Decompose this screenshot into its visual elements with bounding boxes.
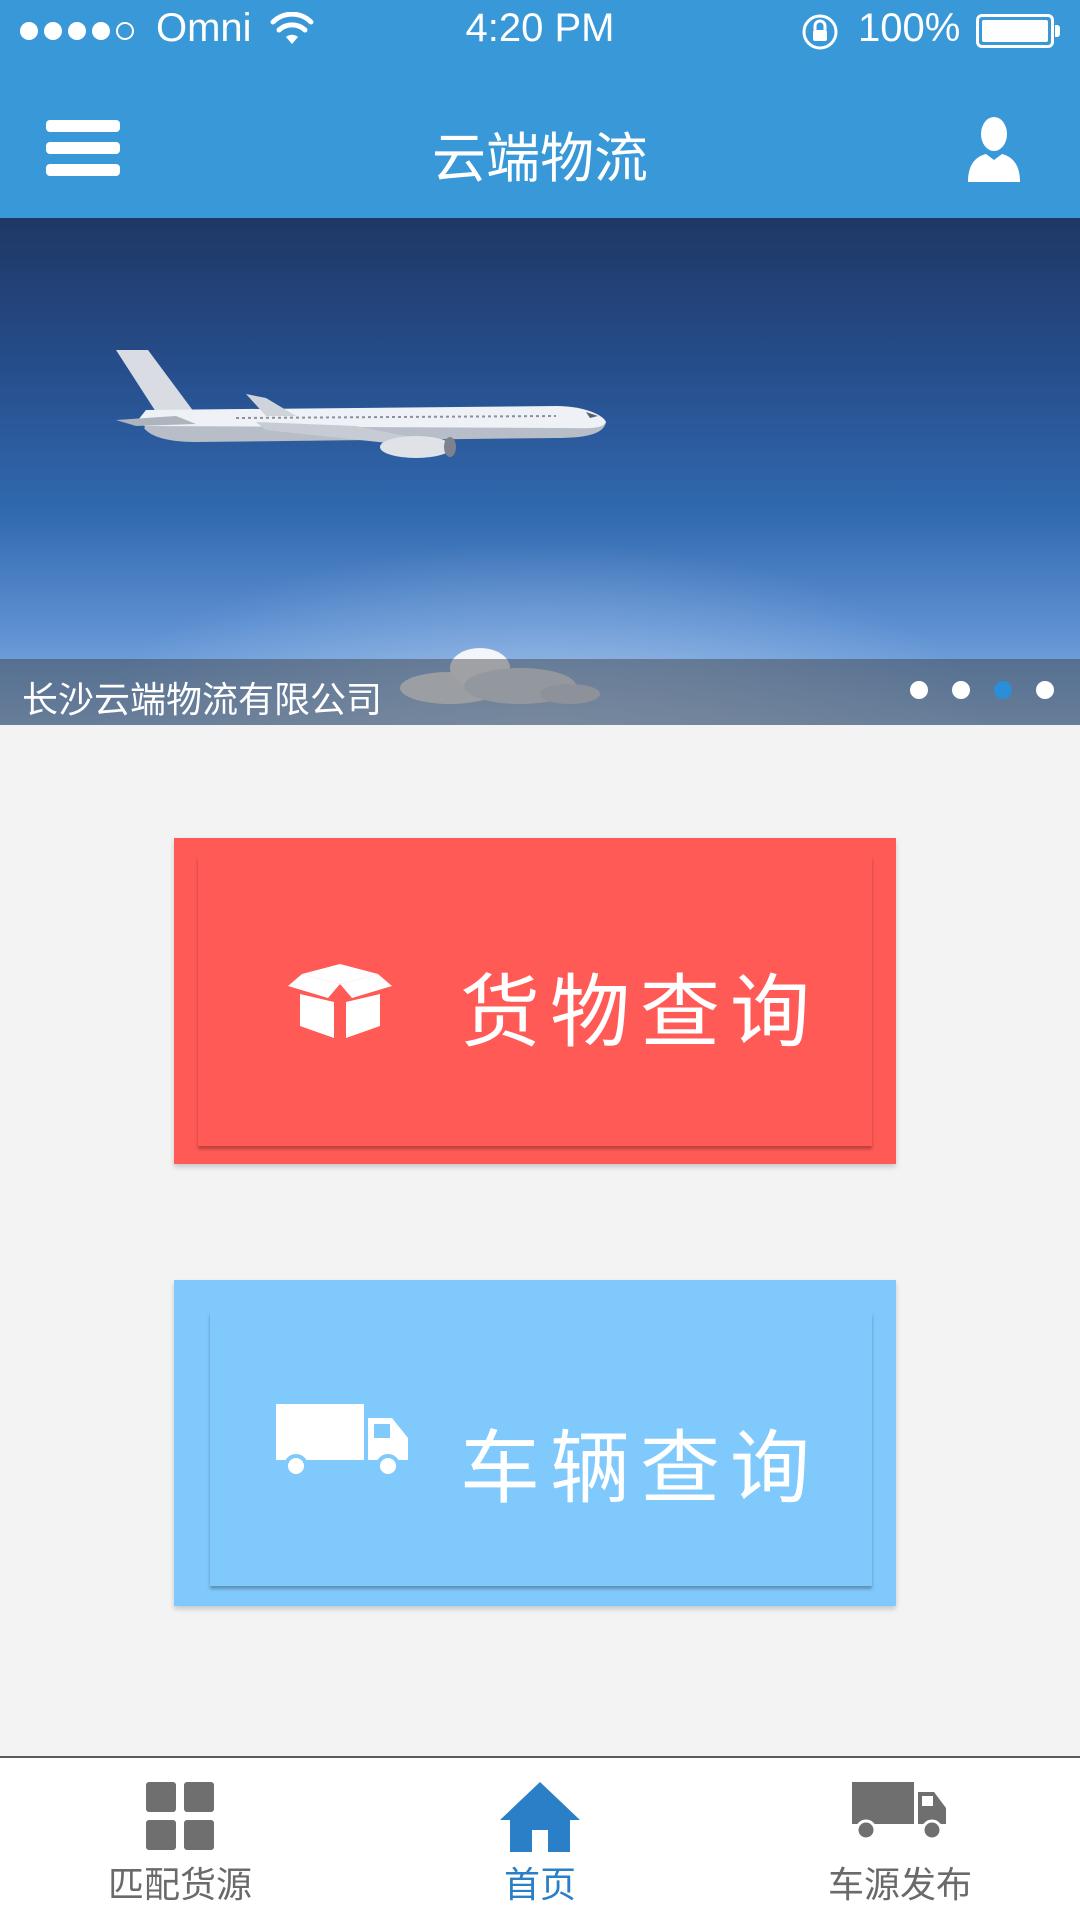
nav-item-match-cargo[interactable]: 匹配货源: [0, 1758, 360, 1920]
battery-percent: 100%: [858, 6, 961, 50]
nav-label: 匹配货源: [107, 1865, 252, 1906]
carousel-dot[interactable]: [952, 681, 970, 699]
banner-caption: 长沙云端物流有限公司: [22, 680, 383, 721]
banner-carousel[interactable]: 长沙云端物流有限公司: [0, 218, 1080, 725]
truck-icon: [852, 1782, 946, 1841]
nav-item-home[interactable]: 首页: [360, 1758, 720, 1920]
home-icon: [500, 1782, 580, 1852]
bottom-nav: 匹配货源 首页 车源发布: [0, 1756, 1080, 1920]
banner-caption-bar: 长沙云端物流有限公司: [0, 659, 1080, 725]
nav-label: 首页: [503, 1865, 576, 1906]
carousel-dot[interactable]: [1036, 681, 1054, 699]
airplane-image: [116, 350, 606, 458]
carousel-pager[interactable]: [910, 681, 1054, 699]
carousel-dot-active[interactable]: [994, 681, 1012, 699]
user-profile-icon[interactable]: [964, 114, 1024, 184]
grid-icon: [146, 1782, 214, 1850]
cargo-query-label: 货物查询: [460, 966, 820, 1059]
box-icon: [288, 964, 392, 1038]
carousel-dot[interactable]: [910, 681, 928, 699]
nav-label: 车源发布: [827, 1865, 972, 1906]
vehicle-query-label: 车辆查询: [460, 1422, 820, 1515]
app-header: 云端物流: [0, 64, 1080, 218]
truck-icon: [276, 1404, 408, 1478]
vehicle-query-button[interactable]: 车辆查询: [174, 1280, 896, 1606]
battery-icon: [976, 14, 1060, 48]
cargo-query-button[interactable]: 货物查询: [174, 838, 896, 1164]
rotation-lock-icon: [800, 12, 840, 56]
nav-item-vehicle-publish[interactable]: 车源发布: [720, 1758, 1080, 1920]
status-bar: Omni 4:20 PM 100%: [0, 0, 1080, 64]
page-title: 云端物流: [432, 127, 648, 190]
